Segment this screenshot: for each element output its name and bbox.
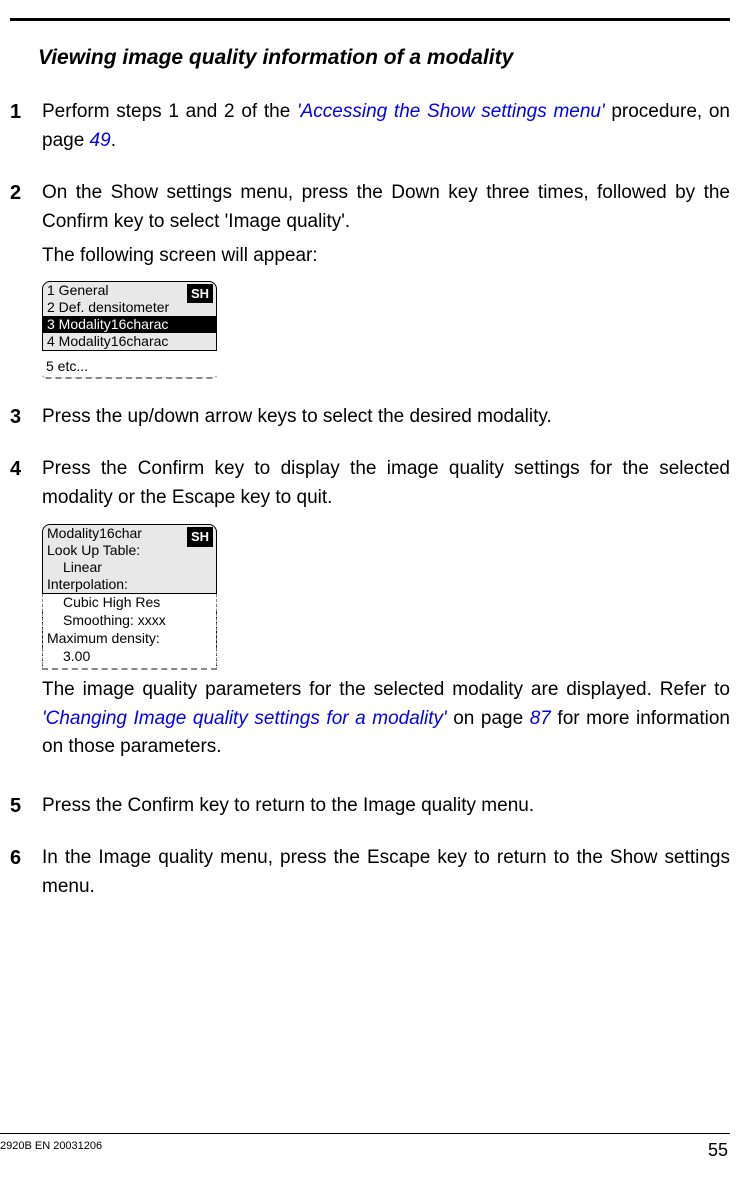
step-number: 6 <box>10 844 42 901</box>
screen-row-etc: 5 etc... <box>42 357 217 375</box>
screen-row: Linear <box>43 559 216 576</box>
page-footer: 2920B EN 20031206 55 <box>0 1133 740 1161</box>
step-6: 6 In the Image quality menu, press the E… <box>10 844 730 901</box>
page-ref-link[interactable]: 49 <box>90 130 111 151</box>
step-text: Press the Confirm key to return to the I… <box>42 792 730 821</box>
screen-row: Maximum density: <box>42 630 217 648</box>
screen-row: Cubic High Res <box>42 594 217 612</box>
lcd-screen-2: SH Modality16char Look Up Table: Linear … <box>42 524 217 594</box>
step-text: on page <box>447 708 530 729</box>
screen-row: Look Up Table: <box>43 542 216 559</box>
screen-row: 4 Modality16charac <box>43 333 216 350</box>
page-ref-link[interactable]: 87 <box>530 708 551 729</box>
screen-row: Modality16char <box>43 525 216 542</box>
screen-row-selected: 3 Modality16charac <box>43 316 216 333</box>
step-5: 5 Press the Confirm key to return to the… <box>10 792 730 821</box>
step-text: Press the Confirm key to display the ima… <box>42 455 730 512</box>
step-text: Perform steps 1 and 2 of the <box>42 101 297 122</box>
screen-overflow: Cubic High Res Smoothing: xxxx Maximum d… <box>42 594 217 670</box>
link-accessing-show-settings[interactable]: 'Accessing the Show settings menu' <box>297 101 605 122</box>
screen-row: Smoothing: xxxx <box>42 612 217 630</box>
step-4: 4 Press the Confirm key to display the i… <box>10 455 730 768</box>
step-number: 1 <box>10 98 42 155</box>
screen-row: Interpolation: <box>43 576 216 593</box>
step-text: The following screen will appear: <box>42 242 730 271</box>
step-text: Press the up/down arrow keys to select t… <box>42 403 730 432</box>
screen-row: 2 Def. densitometer <box>43 299 216 316</box>
link-changing-image-quality[interactable]: 'Changing Image quality settings for a m… <box>42 708 447 729</box>
step-3: 3 Press the up/down arrow keys to select… <box>10 403 730 432</box>
step-text: In the Image quality menu, press the Esc… <box>42 844 730 901</box>
step-number: 5 <box>10 792 42 821</box>
step-number: 2 <box>10 179 42 379</box>
page-number: 55 <box>708 1140 728 1161</box>
step-text: On the Show settings menu, press the Dow… <box>42 179 730 236</box>
document-id: 2920B EN 20031206 <box>0 1140 102 1161</box>
step-text: The image quality parameters for the sel… <box>42 679 730 700</box>
step-number: 3 <box>10 403 42 432</box>
screen-row: 1 General <box>43 282 216 299</box>
step-1: 1 Perform steps 1 and 2 of the 'Accessin… <box>10 98 730 155</box>
step-number: 4 <box>10 455 42 768</box>
screen-overflow: 5 etc... <box>42 357 217 379</box>
step-text: . <box>111 130 116 151</box>
step-2: 2 On the Show settings menu, press the D… <box>10 179 730 379</box>
screen-row: 3.00 <box>42 648 217 666</box>
lcd-screen-1: SH 1 General 2 Def. densitometer 3 Modal… <box>42 281 217 351</box>
section-title: Viewing image quality information of a m… <box>38 46 730 70</box>
